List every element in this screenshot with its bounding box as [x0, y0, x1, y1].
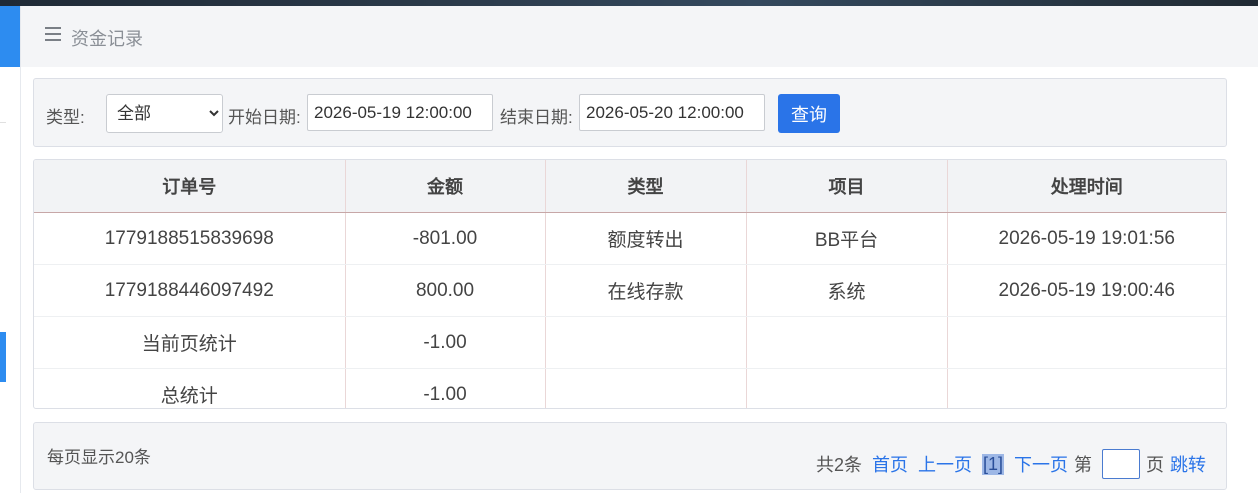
jump-link[interactable]: 跳转: [1170, 451, 1206, 477]
per-page-text: 每页显示20条: [47, 448, 151, 467]
table-header-row: 订单号 金额 类型 项目 处理时间: [34, 160, 1226, 213]
cell-item: BB平台: [746, 212, 948, 265]
sidebar-divider: [0, 122, 6, 123]
goto-suffix: 页: [1146, 455, 1164, 475]
filter-bar: 类型: 全部 开始日期: 结束日期: 查询: [33, 78, 1227, 147]
cell-time: 2026-05-19 19:01:56: [947, 212, 1226, 265]
col-order-id: 订单号: [34, 160, 346, 213]
start-date-label: 开始日期:: [228, 108, 301, 127]
cell-amount: -801.00: [345, 212, 546, 265]
cell-total-amount: -1.00: [345, 368, 546, 408]
total-count: 共2条: [815, 455, 862, 475]
prev-page-link[interactable]: 上一页: [918, 451, 972, 477]
cell-total-label: 总统计: [34, 368, 346, 408]
col-type: 类型: [545, 160, 747, 213]
sidebar-active-indicator: [0, 332, 6, 382]
sidebar-edge: [0, 6, 21, 493]
end-date-label: 结束日期:: [500, 108, 573, 127]
cell-item: 系统: [746, 264, 948, 317]
table-row: 1779188446097492 800.00 在线存款 系统 2026-05-…: [34, 264, 1226, 317]
cell-empty: [746, 368, 948, 408]
current-page[interactable]: [1]: [981, 453, 1004, 475]
cell-type: 在线存款: [545, 264, 747, 317]
cell-empty: [545, 316, 747, 369]
cell-order-id: 1779188446097492: [34, 264, 346, 317]
cell-empty: [545, 368, 747, 408]
page-header: 资金记录: [21, 6, 1258, 67]
col-amount: 金额: [345, 160, 546, 213]
col-time: 处理时间: [947, 160, 1226, 213]
end-date-input[interactable]: [579, 94, 765, 131]
first-page-link[interactable]: 首页: [872, 451, 908, 477]
cell-empty: [947, 316, 1226, 369]
col-item: 项目: [746, 160, 948, 213]
cell-empty: [746, 316, 948, 369]
cell-time: 2026-05-19 19:00:46: [947, 264, 1226, 317]
table-row: 1779188515839698 -801.00 额度转出 BB平台 2026-…: [34, 212, 1226, 265]
query-button[interactable]: 查询: [778, 94, 840, 133]
pagination-controls: 共2条 首页 上一页 [1] 下一页 第 页 跳转: [806, 449, 1206, 479]
cell-summary-label: 当前页统计: [34, 316, 346, 369]
menu-icon[interactable]: [45, 27, 61, 41]
records-table: 订单号 金额 类型 项目 处理时间 1779188515839698 -801.…: [33, 159, 1227, 409]
goto-page-input[interactable]: [1102, 449, 1140, 479]
cell-empty: [947, 369, 1226, 409]
type-select[interactable]: 全部: [106, 94, 223, 133]
next-page-link[interactable]: 下一页: [1014, 451, 1068, 477]
cell-order-id: 1779188515839698: [34, 212, 346, 265]
cell-amount: 800.00: [345, 264, 546, 317]
total-summary-row: 总统计 -1.00: [34, 368, 1226, 409]
cell-type: 额度转出: [545, 212, 747, 265]
type-label: 类型:: [46, 108, 85, 127]
pagination-bar: 每页显示20条 共2条 首页 上一页 [1] 下一页 第 页 跳转: [33, 422, 1227, 490]
goto-prefix: 第: [1074, 455, 1092, 475]
start-date-input[interactable]: [307, 94, 493, 131]
page-summary-row: 当前页统计 -1.00: [34, 316, 1226, 369]
cell-summary-amount: -1.00: [345, 316, 546, 369]
page-title: 资金记录: [71, 29, 143, 49]
sidebar-active-block[interactable]: [0, 6, 20, 67]
